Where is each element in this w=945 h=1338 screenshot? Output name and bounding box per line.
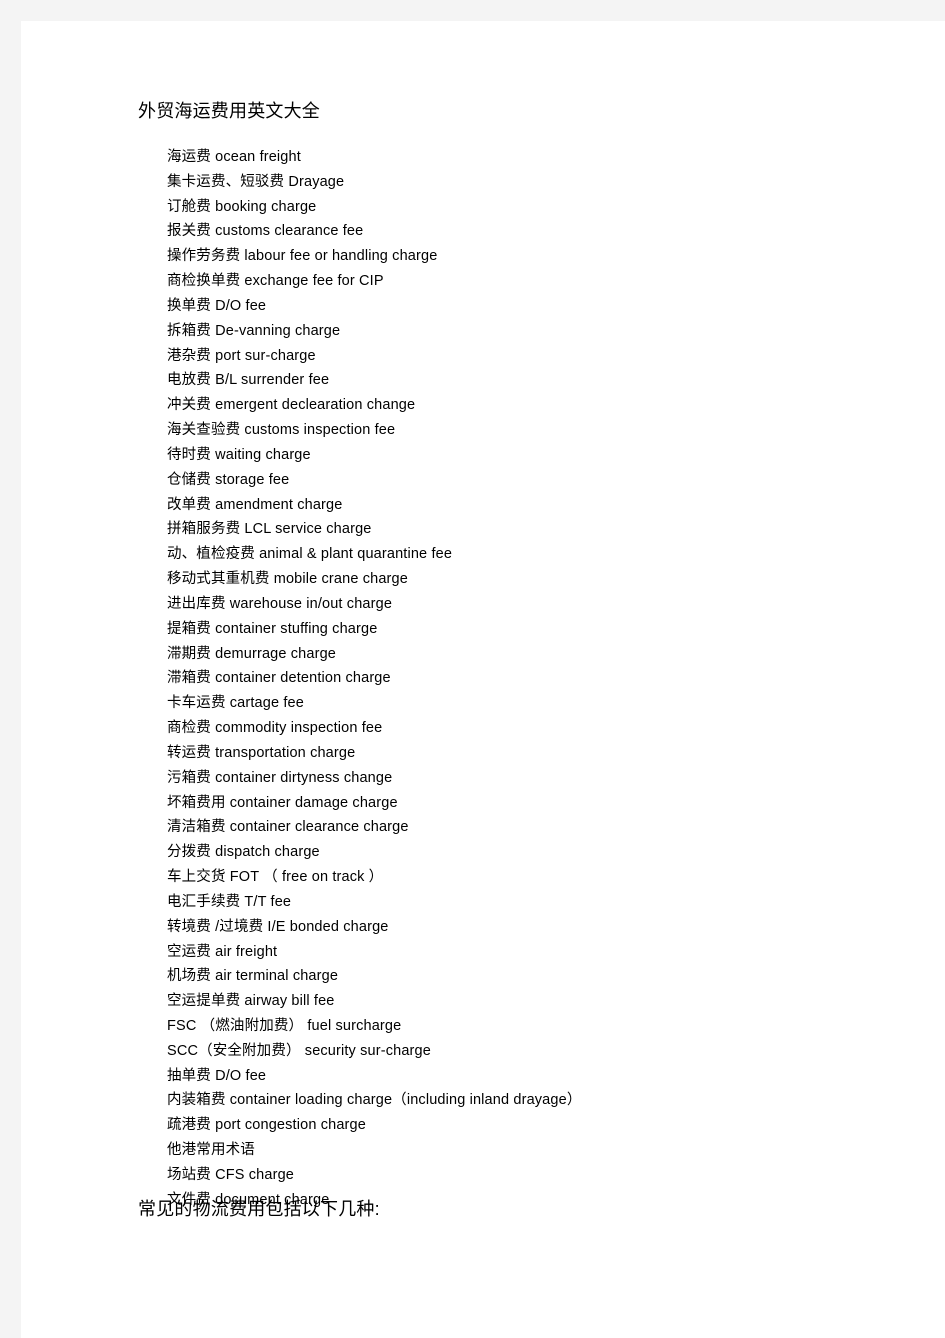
list-item: 他港常用术语 (167, 1142, 255, 1159)
list-item: 抽单费 D/O fee (167, 1067, 267, 1084)
list-item: 提箱费 container stuffing charge (167, 620, 378, 637)
document-page: 外贸海运费用英文大全 海运费 ocean freight 集卡运费、短驳费 Dra… (21, 21, 945, 1338)
list-item: 转运费 transportation charge (167, 744, 356, 761)
fee-term-list: 海运费 ocean freight 集卡运费、短驳费 Drayage 订舱费 boo… (167, 145, 907, 1213)
list-item: 机场费 air terminal charge (167, 968, 339, 985)
list-item: 空运费 air freight (167, 943, 278, 960)
list-item: 电汇手续费 T/T fee (167, 893, 292, 910)
list-item: 空运提单费 airway bill fee (167, 993, 335, 1010)
list-item: 拼箱服务费 LCL service charge (167, 521, 372, 538)
list-item: 滞期费 demurrage charge (167, 645, 337, 662)
list-item: 拆箱费 De-vanning charge (167, 322, 341, 339)
list-item: 操作劳务费 labour fee or handling charge (167, 248, 438, 265)
list-item: 移动式其重机费 mobile crane charge (167, 571, 408, 588)
list-item: 滞箱费 container detention charge (167, 670, 391, 687)
list-item: 集卡运费、短驳费 Drayage (167, 173, 345, 190)
list-item: 港杂费 port sur-charge (167, 347, 316, 364)
list-item: 污箱费 container dirtyness change (167, 769, 393, 786)
list-item: 内装箱费 container loading charge（including … (167, 1092, 582, 1109)
document-body: 外贸海运费用英文大全 海运费 ocean freight 集卡运费、短驳费 Dra… (21, 21, 945, 1338)
list-item: 冲关费 emergent declearation change (167, 397, 416, 414)
list-item: 场站费 CFS charge (167, 1166, 294, 1183)
list-item: 订舱费 booking charge (167, 198, 317, 215)
list-item: 进出库费 warehouse in/out charge (167, 595, 393, 612)
list-item: 车上交货 FOT （ free on track ） (167, 869, 384, 886)
list-item: 海运费 ocean freight (167, 149, 301, 165)
list-item: 海关查验费 customs inspection fee (167, 422, 396, 439)
list-item: 疏港费 port congestion charge (167, 1117, 366, 1134)
list-item: 卡车运费 cartage fee (167, 695, 304, 712)
page-title: 外贸海运费用英文大全 (138, 101, 320, 121)
list-item: 分拨费 dispatch charge (167, 844, 320, 861)
list-item: SCC（安全附加费） security sur-charge (167, 1042, 431, 1059)
list-item: 坏箱费用 container damage charge (167, 794, 398, 811)
list-item: 改单费 amendment charge (167, 496, 343, 513)
list-item: 商检换单费 exchange fee for CIP (167, 273, 384, 290)
list-item: 商检费 commodity inspection fee (167, 720, 383, 737)
list-item: 待时费 waiting charge (167, 446, 311, 463)
list-item: 仓储费 storage fee (167, 471, 290, 488)
list-item: 报关费 customs clearance fee (167, 223, 364, 240)
list-item: 转境费 /过境费 I/E bonded charge (167, 918, 389, 935)
list-item: FSC （燃油附加费） fuel surcharge (167, 1017, 402, 1034)
list-item: 清洁箱费 container clearance charge (167, 819, 409, 836)
list-item: 换单费 D/O fee (167, 297, 267, 314)
list-item: 动、植检疫费 animal & plant quarantine fee (167, 546, 453, 563)
closing-heading: 常见的物流费用包括以下几种: (138, 1199, 380, 1219)
list-item: 电放费 B/L surrender fee (167, 372, 330, 389)
